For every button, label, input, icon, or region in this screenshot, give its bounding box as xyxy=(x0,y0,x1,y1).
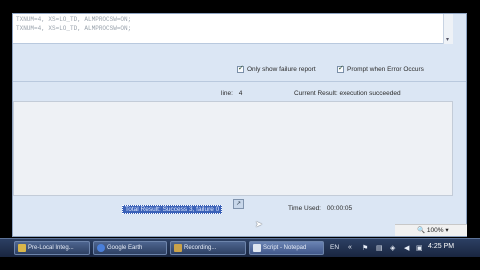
current-result: Current Result: execution succeeded xyxy=(294,90,401,97)
log-line: TXNUM=4, XS=LO_TD, ALMPROCSW=ON; xyxy=(16,16,132,23)
taskbar-item-recording[interactable]: Recording... xyxy=(170,241,246,255)
prompt-on-error-checkbox[interactable] xyxy=(337,64,344,73)
prompt-on-error-label: Prompt when Error Occurs xyxy=(347,66,424,73)
clock[interactable]: 4:25 PM xyxy=(428,243,454,250)
mouse-cursor-icon: ➤ xyxy=(255,219,263,229)
application-window: TXNUM=4, XS=LO_TD, ALMPROCSW=ON; TXNUM=4… xyxy=(12,13,467,237)
taskbar-item-label: Google Earth xyxy=(107,245,143,251)
notepad-icon xyxy=(253,244,261,252)
network-icon[interactable]: ▤ xyxy=(376,244,383,252)
chevron-left-icon[interactable]: « xyxy=(348,244,352,251)
taskbar-item-notepad[interactable]: Script - Notepad xyxy=(249,241,324,255)
globe-icon xyxy=(97,244,105,252)
divider xyxy=(13,81,466,82)
line-value: 4 xyxy=(238,90,243,97)
result-pane[interactable] xyxy=(13,101,453,196)
language-indicator[interactable]: EN xyxy=(330,244,339,251)
recorder-icon xyxy=(174,244,182,252)
only-show-failure-label: Only show failure report xyxy=(247,66,316,73)
expand-icon[interactable]: ↗ xyxy=(233,199,244,209)
zoom-level[interactable]: 🔍 100% ▾ xyxy=(417,226,449,234)
log-scrollbar[interactable]: ▾ xyxy=(443,14,453,44)
folder-icon xyxy=(18,244,26,252)
time-used-label: Time Used: xyxy=(288,205,321,212)
flag-icon[interactable]: ⚑ xyxy=(362,244,368,252)
scroll-down-icon[interactable]: ▾ xyxy=(446,36,449,43)
taskbar-item-label: Recording... xyxy=(184,245,217,251)
taskbar-item-pre-local[interactable]: Pre-Local Integ... xyxy=(14,241,90,255)
speaker-icon[interactable]: ◀ xyxy=(404,244,409,252)
zoom-value: 100% xyxy=(426,227,444,234)
zoom-icon: 🔍 xyxy=(417,227,426,234)
taskbar-item-google-earth[interactable]: Google Earth xyxy=(93,241,167,255)
total-result-link[interactable]: Total Result: Success 3, failure 0 xyxy=(122,205,223,214)
only-show-failure-option[interactable]: Only show failure report xyxy=(237,64,316,73)
only-show-failure-checkbox[interactable] xyxy=(237,64,244,73)
taskbar-item-label: Script - Notepad xyxy=(263,245,307,251)
log-line: TXNUM=4, XS=LO_TD, ALMPROCSW=ON; xyxy=(16,25,132,32)
app-tray-icon[interactable]: ▣ xyxy=(416,244,423,252)
prompt-on-error-option[interactable]: Prompt when Error Occurs xyxy=(337,64,424,73)
line-indicator: line: 4 xyxy=(221,90,242,97)
log-pane[interactable]: TXNUM=4, XS=LO_TD, ALMPROCSW=ON; TXNUM=4… xyxy=(13,14,453,44)
time-used: Time Used: 00:00:05 xyxy=(288,205,352,212)
time-used-value: 00:00:05 xyxy=(326,205,353,212)
line-label: line: xyxy=(221,90,233,97)
taskbar-item-label: Pre-Local Integ... xyxy=(28,245,74,251)
zoom-dropdown-icon[interactable]: ▾ xyxy=(445,227,448,234)
shield-icon[interactable]: ◈ xyxy=(390,244,395,252)
taskbar: Pre-Local Integ... Google Earth Recordin… xyxy=(0,238,480,257)
